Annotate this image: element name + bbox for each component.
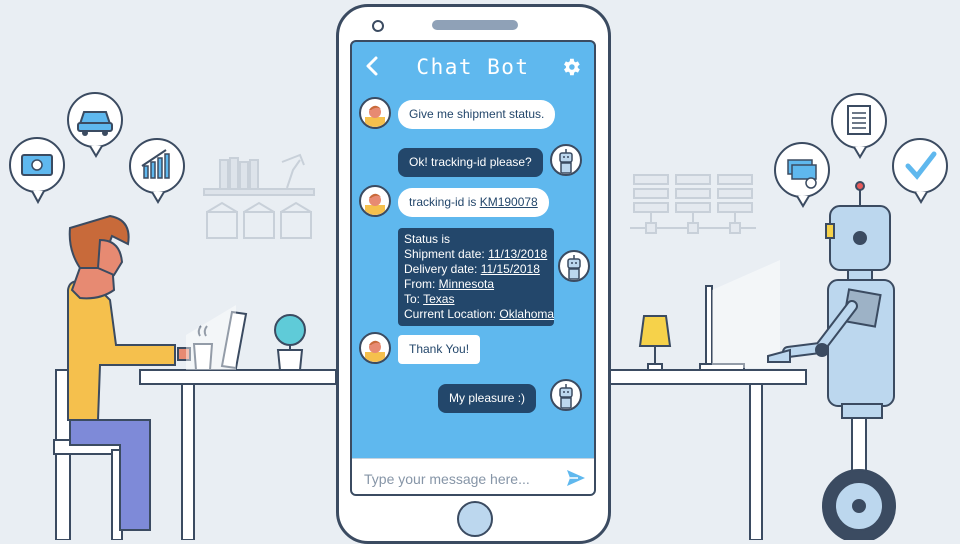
message-input[interactable] (362, 467, 556, 491)
chat-screen: Chat Bot Give me shipment status. Ok! tr… (350, 40, 596, 496)
tracking-prefix: tracking-id is (409, 195, 480, 209)
tracking-id-link[interactable]: KM190078 (480, 195, 538, 209)
car-icon (67, 92, 123, 158)
location-row: Current Location: Oklahoma (404, 307, 554, 322)
user-avatar (359, 185, 391, 217)
from-row: From: Minnesota (404, 277, 548, 292)
user-avatar (359, 97, 391, 129)
message-bubble-user: Thank You! (398, 335, 481, 364)
from-label: From: (404, 277, 439, 291)
to-row: To: Texas (404, 292, 548, 307)
bot-avatar (550, 144, 582, 176)
to-link[interactable]: Texas (423, 292, 454, 306)
chart-icon (129, 138, 185, 204)
bot-avatar (550, 379, 582, 411)
delivery-label: Delivery date: (404, 262, 481, 276)
robot-illustration (767, 181, 896, 540)
home-button[interactable] (457, 501, 493, 537)
shipment-date-link[interactable]: 11/13/2018 (488, 247, 547, 261)
shipment-label: Shipment date: (404, 247, 489, 261)
monitor-glow (712, 260, 780, 368)
camera-dot (372, 20, 384, 32)
delivery-date-row: Delivery date: 11/15/2018 (404, 262, 548, 277)
phone-speaker (432, 20, 518, 30)
message-bubble-bot: Ok! tracking-id please? (398, 148, 543, 177)
location-link[interactable]: Oklahoma (499, 307, 554, 321)
message-bubble-bot: My pleasure :) (438, 384, 537, 413)
chat-header: Chat Bot (352, 42, 594, 94)
gear-icon[interactable] (560, 56, 582, 78)
location-label: Current Location: (404, 307, 500, 321)
money-icon (9, 137, 65, 205)
shelf-decoration (203, 153, 315, 239)
chat-title: Chat Bot (416, 55, 530, 79)
screen-glow (186, 305, 236, 370)
send-icon[interactable] (566, 469, 586, 487)
status-card: Status is Shipment date: 11/13/2018 Deli… (398, 228, 554, 326)
delivery-date-link[interactable]: 11/15/2018 (481, 262, 540, 276)
message-bubble-user: Give me shipment status. (398, 100, 556, 129)
bot-avatar (558, 250, 590, 282)
check-icon (892, 138, 948, 204)
network-decoration (630, 174, 756, 234)
document-icon (831, 93, 887, 159)
cash-icon (774, 142, 830, 208)
from-link[interactable]: Minnesota (439, 277, 494, 291)
to-label: To: (404, 292, 424, 306)
status-heading: Status is (404, 232, 451, 246)
shipment-date-row: Shipment date: 11/13/2018 (404, 247, 548, 262)
message-input-bar (352, 458, 594, 494)
user-avatar (359, 332, 391, 364)
message-bubble-user: tracking-id is KM190078 (398, 188, 549, 217)
